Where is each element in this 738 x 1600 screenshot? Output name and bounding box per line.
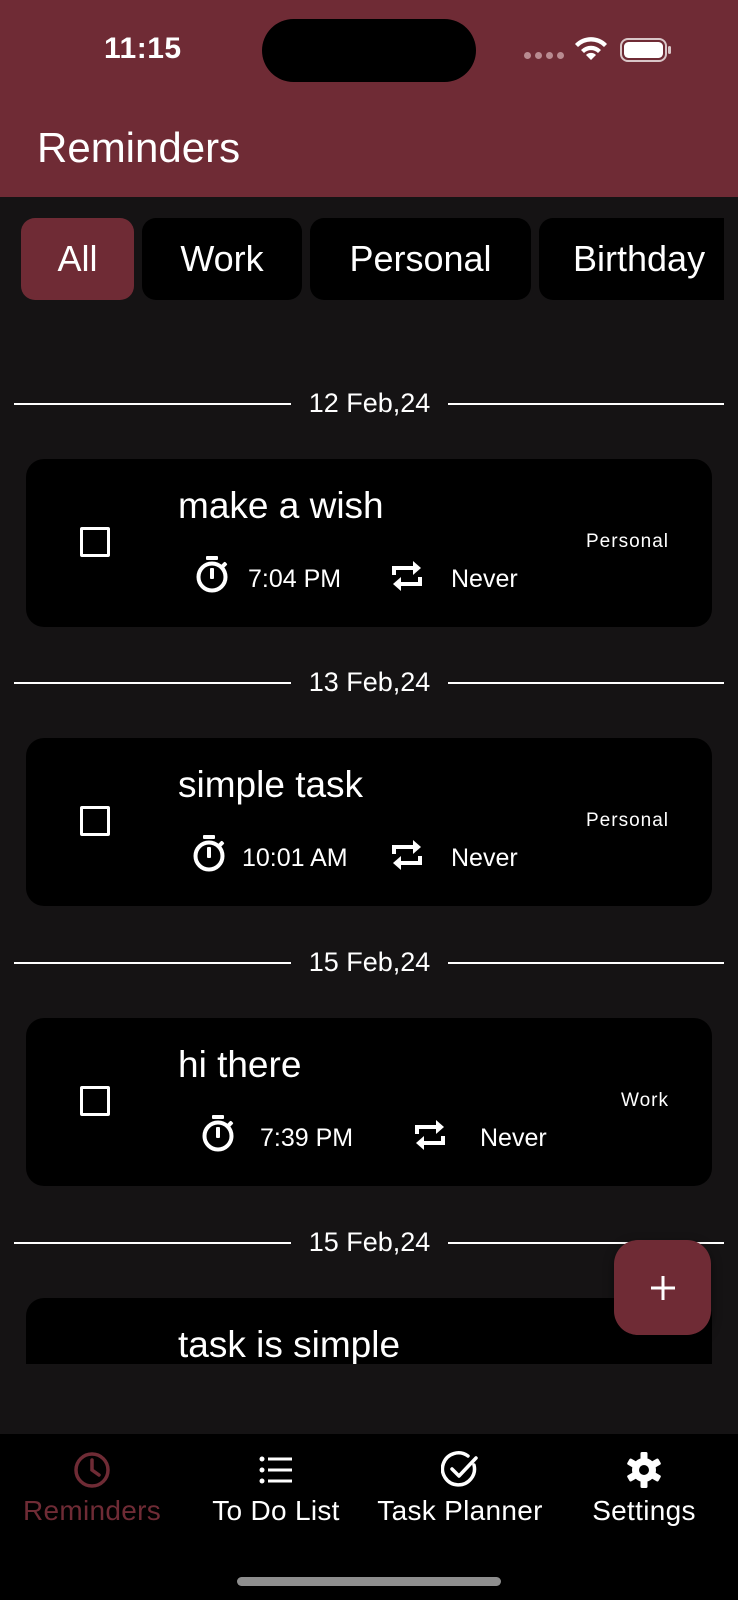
wifi-icon — [575, 37, 607, 60]
reminder-time: 10:01 AM — [242, 844, 348, 872]
cellular-signal-icon — [524, 52, 564, 60]
nav-item-settings[interactable]: Settings — [552, 1434, 736, 1544]
timer-icon — [202, 1115, 234, 1152]
reminder-card[interactable]: hi there 7:39 PM Never Work — [26, 1018, 712, 1186]
dynamic-island — [262, 19, 476, 82]
filter-chip-work[interactable]: Work — [142, 218, 302, 300]
add-reminder-button[interactable] — [614, 1240, 711, 1335]
nav-label: Settings — [592, 1495, 696, 1526]
date-label: 12 Feb,24 — [308, 388, 431, 418]
date-label: 15 Feb,24 — [308, 1227, 431, 1257]
reminder-title: simple task — [178, 764, 364, 805]
date-separator: 13 Feb,24 — [14, 667, 724, 697]
nav-label: Reminders — [22, 1495, 162, 1526]
filter-chip-birthday[interactable]: Birthday — [539, 218, 724, 300]
reminder-title: task is simple — [178, 1324, 401, 1364]
repeat-icon — [415, 1120, 445, 1150]
nav-item-task-planner[interactable]: Task Planner — [368, 1434, 552, 1544]
filter-chip-personal[interactable]: Personal — [310, 218, 531, 300]
filter-chip-all[interactable]: All — [21, 218, 134, 300]
reminder-repeat: Never — [451, 844, 518, 872]
reminder-time: 7:04 PM — [248, 565, 342, 593]
reminder-list[interactable]: 12 Feb,24 make a wish 7:04 PM Never Pers… — [0, 302, 738, 1364]
reminder-title: hi there — [178, 1044, 302, 1085]
timer-icon — [193, 835, 225, 872]
reminder-category: Work — [621, 1090, 669, 1111]
bottom-navigation: Reminders To Do List Task Planner Settin… — [0, 1434, 738, 1600]
check-circle-icon — [441, 1451, 478, 1487]
gear-icon — [627, 1452, 661, 1488]
clock-icon — [74, 1452, 110, 1488]
nav-item-to-do-list[interactable]: To Do List — [184, 1434, 368, 1544]
app-header: 11:15 Reminders — [0, 0, 738, 197]
reminder-category: Personal — [586, 531, 669, 552]
home-indicator — [237, 1577, 501, 1586]
filter-chip-bar: All Work Personal Birthday — [0, 218, 724, 302]
reminder-card[interactable]: make a wish 7:04 PM Never Personal — [26, 459, 712, 627]
page-title: Reminders — [37, 124, 241, 171]
reminder-checkbox[interactable] — [80, 527, 110, 557]
battery-icon — [620, 38, 671, 62]
plus-icon — [650, 1275, 675, 1300]
date-label: 15 Feb,24 — [308, 947, 431, 977]
reminder-title: make a wish — [178, 485, 384, 526]
timer-icon — [196, 556, 228, 593]
reminder-repeat: Never — [480, 1124, 547, 1152]
list-icon — [259, 1456, 292, 1484]
repeat-icon — [392, 561, 422, 591]
reminder-category: Personal — [586, 810, 669, 831]
nav-label: Task Planner — [377, 1495, 543, 1526]
reminder-card[interactable]: task is simple — [26, 1298, 712, 1364]
date-separator: 15 Feb,24 — [14, 947, 724, 977]
repeat-icon — [392, 840, 422, 870]
reminder-checkbox[interactable] — [80, 806, 110, 836]
nav-label: To Do List — [212, 1495, 340, 1526]
reminder-time: 7:39 PM — [260, 1124, 354, 1152]
date-label: 13 Feb,24 — [308, 667, 431, 697]
reminder-checkbox[interactable] — [80, 1086, 110, 1116]
reminder-repeat: Never — [451, 565, 518, 593]
date-separator: 12 Feb,24 — [14, 388, 724, 418]
status-time: 11:15 — [104, 32, 182, 65]
reminder-card[interactable]: simple task 10:01 AM Never Personal — [26, 738, 712, 906]
nav-item-reminders[interactable]: Reminders — [0, 1434, 184, 1544]
